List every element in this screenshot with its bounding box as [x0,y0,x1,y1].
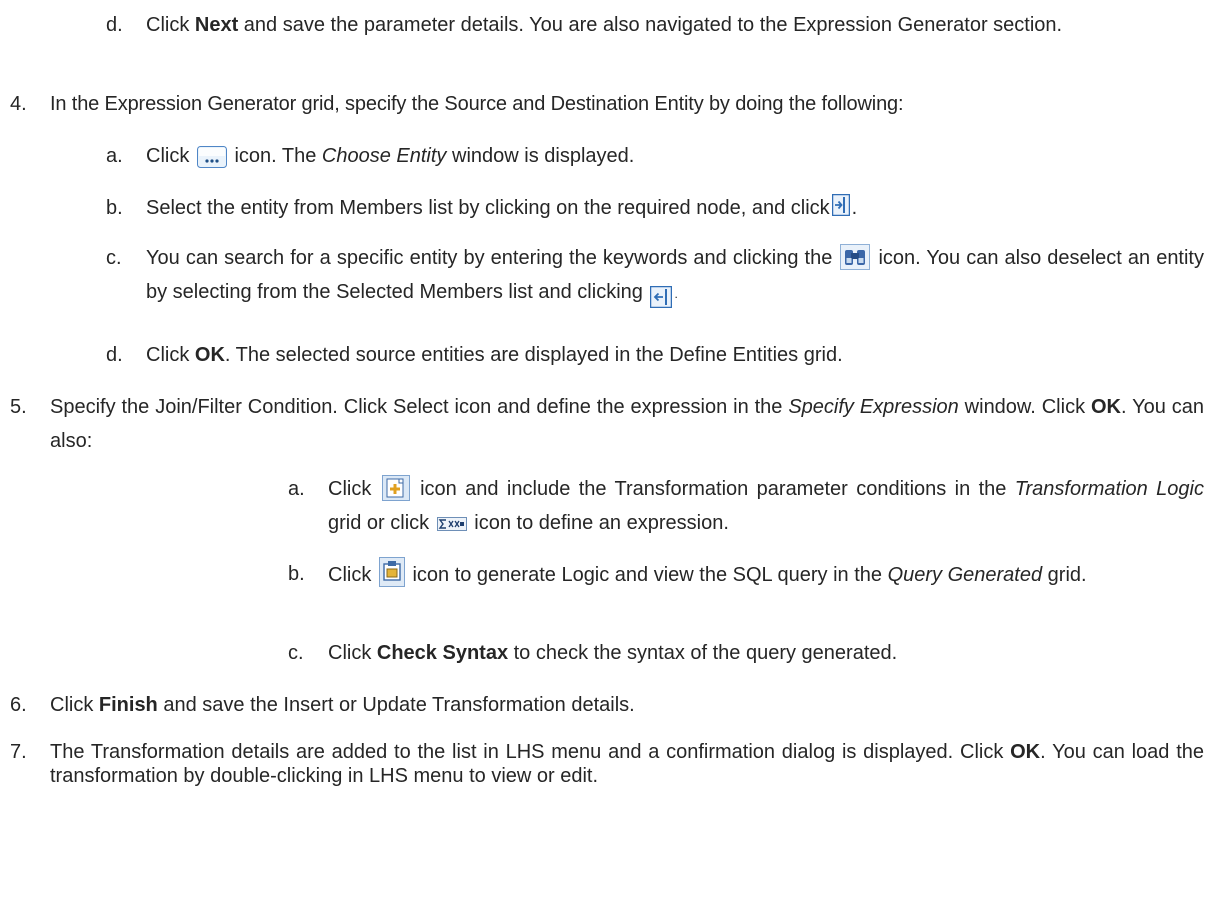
step-5-text: Specify the Join/Filter Condition. Click… [50,396,1204,452]
step-6-text: Click Finish and save the Insert or Upda… [50,694,635,716]
step-4c-marker: c. [106,247,122,269]
step-4c-text: You can search for a specific entity by … [146,241,1204,311]
step-5c-marker: c. [288,642,304,664]
move-left-icon[interactable] [650,286,673,308]
step-3d-text: Click Next and save the parameter detail… [146,14,1063,36]
step-7-text: The Transformation details are added to … [50,741,1204,787]
step-4b-marker: b. [106,197,123,219]
step-5a-marker: a. [288,478,305,500]
step-7-marker: 7. [10,741,27,763]
step-4b-text: Select the entity from Members list by c… [146,191,1204,225]
sigma-expression-icon[interactable] [436,517,467,531]
step-5b-marker: b. [288,563,305,585]
step-5-marker: 5. [10,396,27,418]
step-5c-text: Click Check Syntax to check the syntax o… [328,642,898,664]
step-5b-text: Click icon to generate Logic and view th… [328,557,1204,592]
step-6-marker: 6. [10,694,27,716]
step-4d-marker: d. [106,344,123,366]
step-4a-text: Click icon. The Choose Entity window is … [146,145,635,168]
step-3d-marker: d. [106,14,123,36]
step-4-marker: 4. [10,93,27,115]
add-parameter-icon[interactable] [381,475,410,501]
step-4d-text: Click OK. The selected source entities a… [146,344,843,366]
move-right-icon[interactable] [831,194,850,216]
step-4a-marker: a. [106,145,123,167]
step-5a-text: Click icon and include the Transformatio… [328,472,1204,540]
step-4-text: In the Expression Generator grid, specif… [50,93,904,115]
binoculars-search-icon[interactable] [840,244,871,270]
generate-query-icon[interactable] [378,557,405,587]
ellipsis-button-icon[interactable] [196,146,227,168]
